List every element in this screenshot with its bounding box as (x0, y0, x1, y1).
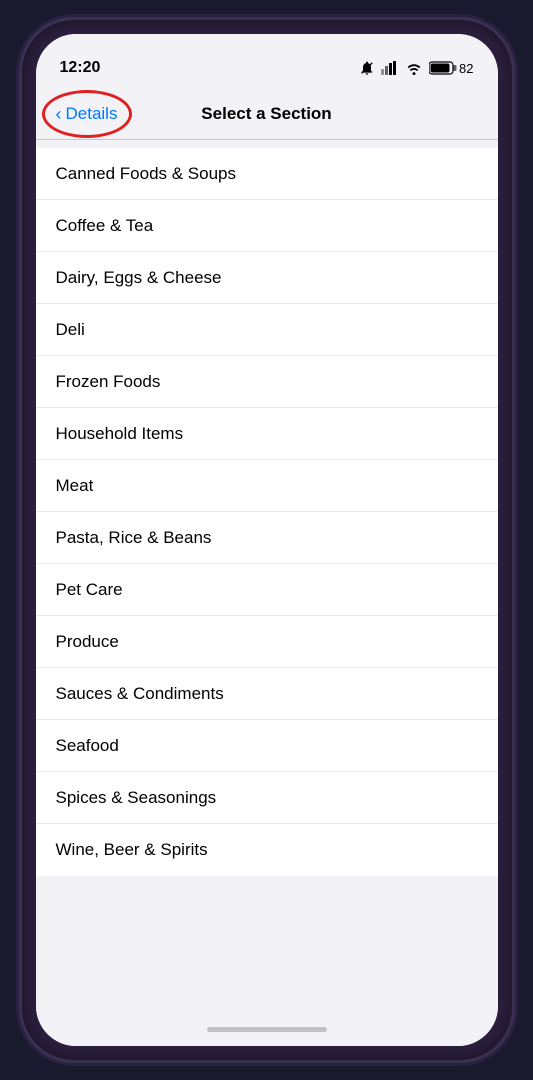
list-item-label: Pasta, Rice & Beans (56, 528, 212, 548)
list-item[interactable]: Meat (36, 460, 498, 512)
list-item[interactable]: Pasta, Rice & Beans (36, 512, 498, 564)
sections-list: Canned Foods & Soups Coffee & Tea Dairy, E… (36, 148, 498, 876)
home-indicator (36, 1012, 498, 1046)
list-item-label: Deli (56, 320, 85, 340)
list-item-label: Coffee & Tea (56, 216, 154, 236)
back-button-container: ‹ Details (52, 96, 122, 132)
list-item-label: Meat (56, 476, 94, 496)
list-item-label: Seafood (56, 736, 119, 756)
list-item[interactable]: Household Items (36, 408, 498, 460)
list-item[interactable]: Seafood (36, 720, 498, 772)
list-item-label: Canned Foods & Soups (56, 164, 237, 184)
list-item[interactable]: Spices & Seasonings (36, 772, 498, 824)
battery-level: 82 (459, 61, 473, 76)
status-bar: 12:20 (36, 34, 498, 88)
list-item[interactable]: Sauces & Condiments (36, 668, 498, 720)
list-item[interactable]: Dairy, Eggs & Cheese (36, 252, 498, 304)
notification-icon (359, 60, 375, 76)
list-item-label: Dairy, Eggs & Cheese (56, 268, 222, 288)
list-item[interactable]: Frozen Foods (36, 356, 498, 408)
status-icons: 82 (359, 60, 473, 76)
list-item-label: Pet Care (56, 580, 123, 600)
list-item-label: Spices & Seasonings (56, 788, 217, 808)
list-item[interactable]: Canned Foods & Soups (36, 148, 498, 200)
phone-frame: 12:20 (22, 20, 512, 1060)
nav-bar: ‹ Details Select a Section (36, 88, 498, 140)
battery-icon: 82 (429, 61, 473, 76)
wifi-icon (405, 61, 423, 75)
list-item[interactable]: Pet Care (36, 564, 498, 616)
list-item-label: Frozen Foods (56, 372, 161, 392)
list-item[interactable]: Produce (36, 616, 498, 668)
back-button-highlight (42, 90, 132, 138)
list-item-label: Wine, Beer & Spirits (56, 840, 208, 860)
content-area: Canned Foods & Soups Coffee & Tea Dairy, E… (36, 140, 498, 1012)
list-item-label: Sauces & Condiments (56, 684, 224, 704)
status-time: 12:20 (60, 59, 101, 77)
signal-icon (381, 61, 399, 75)
home-bar (207, 1027, 327, 1032)
list-item-label: Produce (56, 632, 119, 652)
list-item[interactable]: Deli (36, 304, 498, 356)
list-item-label: Household Items (56, 424, 184, 444)
list-item[interactable]: Wine, Beer & Spirits (36, 824, 498, 876)
phone-screen: 12:20 (36, 34, 498, 1046)
nav-title: Select a Section (201, 104, 331, 124)
list-item[interactable]: Coffee & Tea (36, 200, 498, 252)
